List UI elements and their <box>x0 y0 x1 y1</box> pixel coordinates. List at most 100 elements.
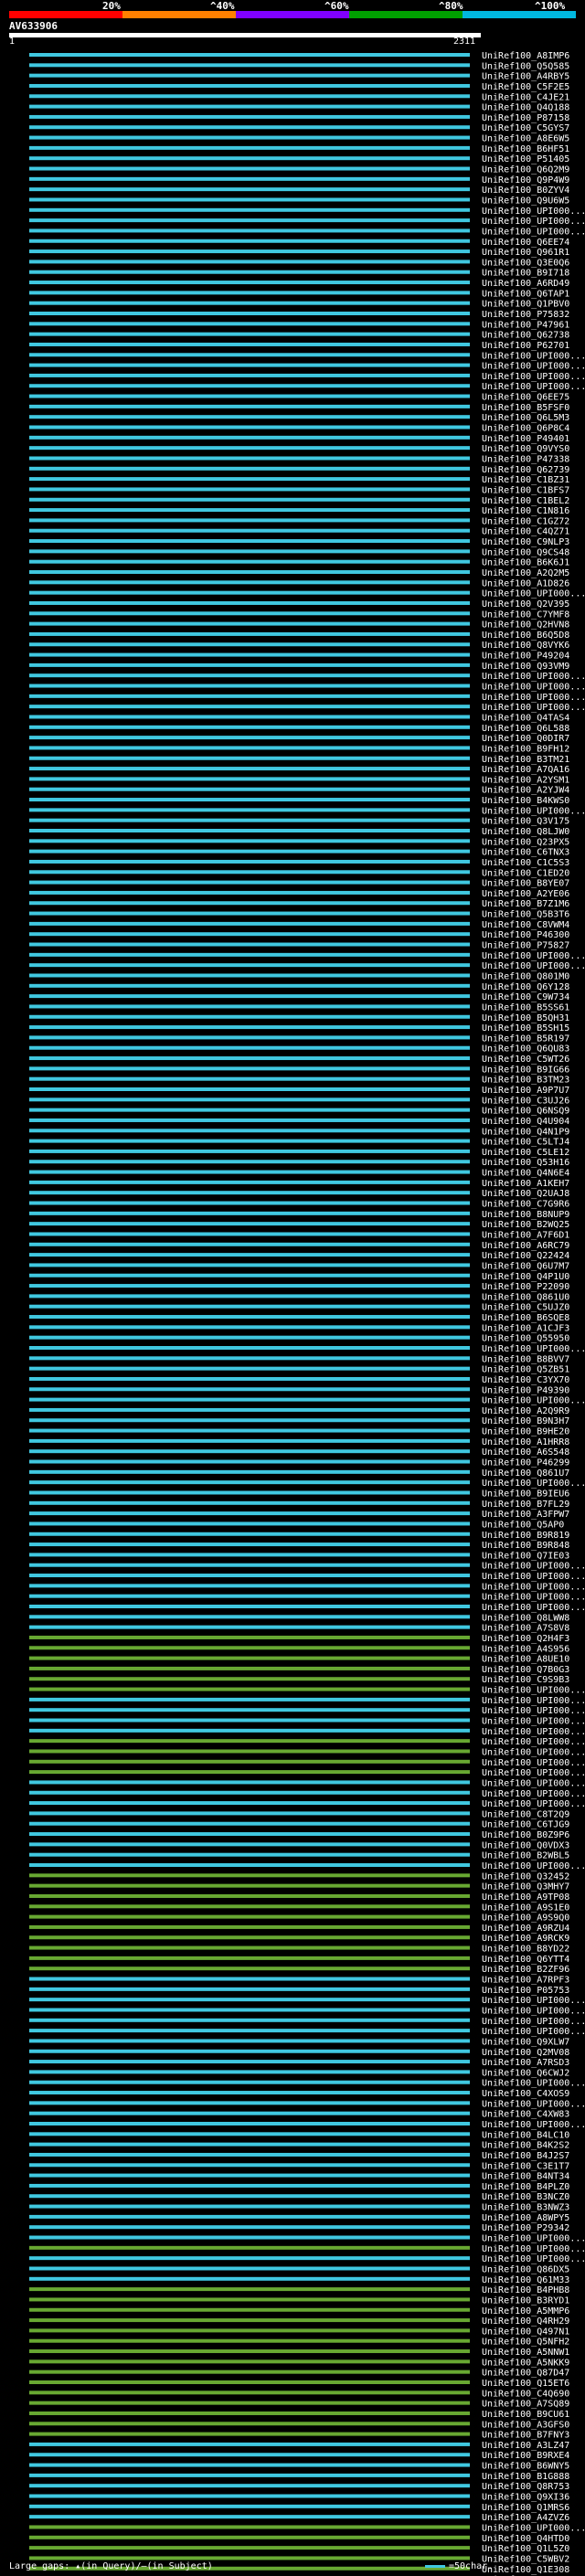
hit-label[interactable]: UniRef100_A4RBY5 <box>482 72 569 82</box>
hit-bar[interactable] <box>29 539 470 544</box>
hit-label[interactable]: UniRef100_UPI000... <box>482 1789 585 1799</box>
hit-bar[interactable] <box>29 508 470 513</box>
hit-bar[interactable] <box>29 2091 470 2095</box>
hit-row[interactable]: UniRef100_B2ZF96 <box>29 1965 569 1975</box>
hit-row[interactable]: UniRef100_B8YE07 <box>29 879 569 889</box>
hit-label[interactable]: UniRef100_C1ED20 <box>482 868 569 878</box>
hit-bar[interactable] <box>29 1263 470 1267</box>
hit-label[interactable]: UniRef100_B3NCZ0 <box>482 2192 569 2202</box>
hit-row[interactable]: UniRef100_Q6Q2M9 <box>29 165 569 175</box>
hit-bar[interactable] <box>29 1407 470 1412</box>
hit-row[interactable]: UniRef100_B4PHB8 <box>29 2285 569 2295</box>
hit-label[interactable]: UniRef100_B6WNY5 <box>482 2462 569 2472</box>
hit-bar[interactable] <box>29 2349 470 2354</box>
hit-row[interactable]: UniRef100_C5WT26 <box>29 1055 569 1065</box>
hit-row[interactable]: UniRef100_B3TM23 <box>29 1076 569 1086</box>
hit-bar[interactable] <box>29 2070 470 2074</box>
hit-row[interactable]: UniRef100_UPI000... <box>29 1768 585 1778</box>
hit-row[interactable]: UniRef100_UPI000... <box>29 1996 585 2006</box>
hit-bar[interactable] <box>29 1035 470 1040</box>
hit-row[interactable]: UniRef100_B8YD22 <box>29 1945 569 1955</box>
hit-bar[interactable] <box>29 1956 470 1960</box>
hit-label[interactable]: UniRef100_C9S9B3 <box>482 1675 569 1685</box>
hit-row[interactable]: UniRef100_C7YMF8 <box>29 610 569 620</box>
hit-bar[interactable] <box>29 600 470 605</box>
hit-bar[interactable] <box>29 1118 470 1122</box>
hit-row[interactable]: UniRef100_Q9VYS0 <box>29 444 569 454</box>
hit-bar[interactable] <box>29 549 470 554</box>
hit-label[interactable]: UniRef100_C5GYS7 <box>482 123 569 133</box>
hit-bar[interactable] <box>29 2432 470 2436</box>
hit-bar[interactable] <box>29 94 470 99</box>
hit-label[interactable]: UniRef100_UPI000... <box>482 2234 585 2244</box>
hit-bar[interactable] <box>29 1863 470 1867</box>
hit-bar[interactable] <box>29 2494 470 2498</box>
hit-bar[interactable] <box>29 176 470 181</box>
hit-row[interactable]: UniRef100_UPI000... <box>29 217 585 227</box>
hit-bar[interactable] <box>29 2401 470 2405</box>
hit-bar[interactable] <box>29 1584 470 1588</box>
hit-row[interactable]: UniRef100_Q6NSQ9 <box>29 1107 569 1117</box>
hit-bar[interactable] <box>29 1832 470 1837</box>
hit-row[interactable]: UniRef100_UPI000... <box>29 806 585 816</box>
hit-bar[interactable] <box>29 1625 470 1629</box>
hit-bar[interactable] <box>29 2029 470 2033</box>
hit-bar[interactable] <box>29 1666 470 1670</box>
hit-bar[interactable] <box>29 1615 470 1619</box>
hit-label[interactable]: UniRef100_A7QA16 <box>482 765 569 775</box>
hit-bar[interactable] <box>29 1066 470 1071</box>
hit-label[interactable]: UniRef100_Q6Y128 <box>482 982 569 992</box>
hit-row[interactable]: UniRef100_A2Q2M5 <box>29 568 569 578</box>
hit-bar[interactable] <box>29 756 470 760</box>
hit-row[interactable]: UniRef100_C1BEL2 <box>29 496 569 506</box>
hit-row[interactable]: UniRef100_A7RSD3 <box>29 2058 569 2068</box>
hit-label[interactable]: UniRef100_Q6CWJ2 <box>482 2068 569 2078</box>
hit-bar[interactable] <box>29 2132 470 2136</box>
hit-label[interactable]: UniRef100_Q6EE75 <box>482 393 569 403</box>
hit-row[interactable]: UniRef100_C4XW83 <box>29 2110 569 2120</box>
hit-row[interactable]: UniRef100_UPI000... <box>29 1717 585 1727</box>
hit-label[interactable]: UniRef100_Q87D47 <box>482 2369 569 2379</box>
hit-bar[interactable] <box>29 849 470 853</box>
hit-bar[interactable] <box>29 1232 470 1236</box>
hit-row[interactable]: UniRef100_C9W734 <box>29 992 569 1002</box>
hit-label[interactable]: UniRef100_B5SH15 <box>482 1023 569 1034</box>
hit-bar[interactable] <box>29 1935 470 1940</box>
hit-bar[interactable] <box>29 2183 470 2188</box>
hit-label[interactable]: UniRef100_UPI000... <box>482 217 585 227</box>
hit-row[interactable]: UniRef100_UPI000... <box>29 227 585 237</box>
hit-label[interactable]: UniRef100_UPI000... <box>482 2254 585 2264</box>
hit-label[interactable]: UniRef100_UPI000... <box>482 2079 585 2089</box>
hit-bar[interactable] <box>29 497 470 502</box>
hit-row[interactable]: UniRef100_B6HF51 <box>29 144 569 154</box>
hit-row[interactable]: UniRef100_B3RYD1 <box>29 2295 569 2306</box>
hit-bar[interactable] <box>29 829 470 832</box>
hit-label[interactable]: UniRef100_B7FL29 <box>482 1500 569 1510</box>
hit-row[interactable]: UniRef100_UPI000... <box>29 2099 585 2109</box>
hit-label[interactable]: UniRef100_Q53H16 <box>482 1158 569 1168</box>
hit-bar[interactable] <box>29 2453 470 2457</box>
hit-row[interactable]: UniRef100_P87158 <box>29 113 569 123</box>
hit-row[interactable]: UniRef100_UPI000... <box>29 1861 585 1871</box>
hit-bar[interactable] <box>29 1924 470 1929</box>
hit-bar[interactable] <box>29 2266 470 2271</box>
hit-label[interactable]: UniRef100_A9P7U7 <box>482 1086 569 1096</box>
hit-row[interactable]: UniRef100_UPI000... <box>29 1396 585 1406</box>
hit-label[interactable]: UniRef100_P49401 <box>482 434 569 444</box>
hit-label[interactable]: UniRef100_Q6EE74 <box>482 238 569 248</box>
hit-label[interactable]: UniRef100_C3YX70 <box>482 1375 569 1385</box>
hit-bar[interactable] <box>29 736 470 740</box>
hit-row[interactable]: UniRef100_Q15ET6 <box>29 2379 569 2389</box>
hit-bar[interactable] <box>29 1160 470 1164</box>
hit-bar[interactable] <box>29 322 470 326</box>
hit-label[interactable]: UniRef100_UPI000... <box>482 1717 585 1727</box>
hit-row[interactable]: UniRef100_B2WBL5 <box>29 1851 569 1861</box>
hit-bar[interactable] <box>29 994 470 999</box>
hit-bar[interactable] <box>29 2276 470 2281</box>
hit-bar[interactable] <box>29 1087 470 1091</box>
hit-row[interactable]: UniRef100_P46299 <box>29 1458 569 1468</box>
hit-label[interactable]: UniRef100_B6Q5D8 <box>482 631 569 641</box>
hit-row[interactable]: UniRef100_P75827 <box>29 941 569 951</box>
hit-bar[interactable] <box>29 2142 470 2147</box>
hit-bar[interactable] <box>29 1294 470 1299</box>
